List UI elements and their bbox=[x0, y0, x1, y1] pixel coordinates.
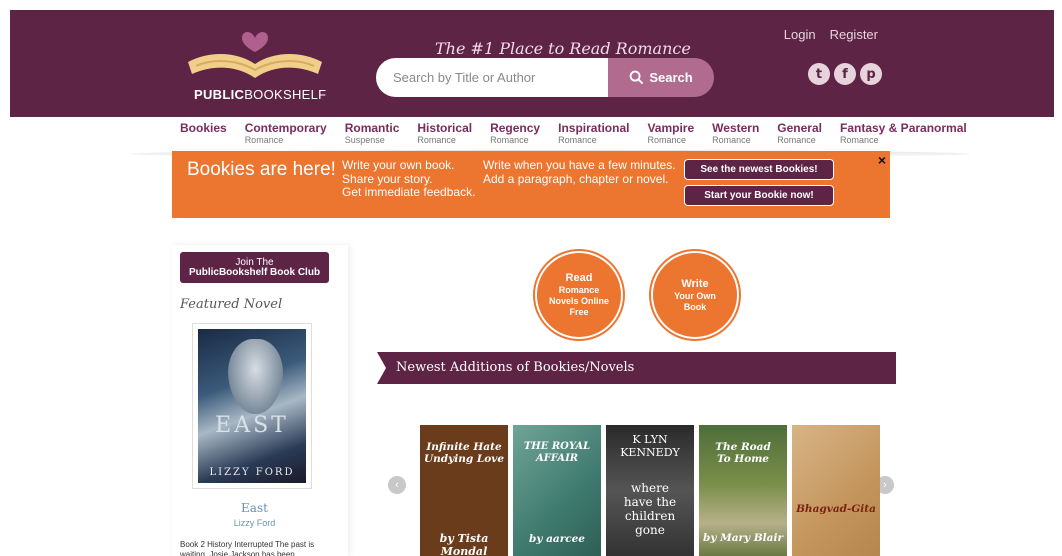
banner-title: Bookies are here! bbox=[187, 159, 336, 180]
nav-item-sublabel: Romance bbox=[840, 135, 879, 145]
bookies-banner: Bookies are here! Write your own book. S… bbox=[172, 151, 890, 218]
nav-item-sublabel: Romance bbox=[490, 135, 529, 145]
banner-text-left: Write your own book. Share your story. G… bbox=[342, 158, 476, 200]
featured-cover-image: EAST LIZZY FORD bbox=[198, 329, 306, 483]
book-title: K LYN KENNEDY bbox=[620, 433, 680, 459]
banner-line: Get immediate feedback. bbox=[342, 185, 476, 199]
book-title: Bhagvad-Gita bbox=[796, 503, 876, 515]
featured-novel-heading: Featured Novel bbox=[180, 297, 283, 312]
close-icon[interactable]: × bbox=[878, 152, 886, 168]
nav-item-label: Inspirational bbox=[558, 121, 630, 135]
search-input[interactable] bbox=[376, 58, 626, 97]
book-cover[interactable]: THE ROYAL AFFAIR by aarcee bbox=[513, 425, 601, 556]
open-book-heart-icon bbox=[188, 32, 322, 78]
search-bar: Search bbox=[376, 58, 714, 97]
featured-cover[interactable]: EAST LIZZY FORD bbox=[192, 323, 312, 489]
nav-item-contemporary[interactable]: Contemporary Romance bbox=[245, 121, 327, 145]
site-header: PUBLICBOOKSHELF The #1 Place to Read Rom… bbox=[10, 10, 1054, 117]
nav-item-inspirational[interactable]: Inspirational Romance bbox=[558, 121, 629, 145]
social-links: t f p bbox=[808, 63, 882, 85]
book-title: THE ROYAL AFFAIR bbox=[523, 441, 591, 464]
twitter-icon[interactable]: t bbox=[808, 63, 830, 85]
nav-item-label: Historical bbox=[417, 121, 473, 135]
nav-item-label: Regency bbox=[490, 121, 541, 135]
search-icon bbox=[629, 70, 644, 85]
newest-additions-header: Newest Additions of Bookies/Novels bbox=[377, 352, 896, 384]
see-newest-bookies-button[interactable]: See the newest Bookies! bbox=[684, 159, 834, 180]
circle-heading: Read bbox=[565, 272, 593, 284]
sidebar: Join The PublicBookshelf Book Club Featu… bbox=[172, 245, 348, 556]
login-link[interactable]: Login bbox=[784, 27, 816, 42]
banner-line: Write when you have a few minutes. bbox=[483, 158, 676, 172]
banner-text-right: Write when you have a few minutes. Add a… bbox=[483, 158, 676, 186]
book-author: by Tista Mondal bbox=[439, 532, 489, 556]
banner-line: Write your own book. bbox=[342, 158, 455, 172]
nav-item-sublabel: Romance bbox=[558, 135, 597, 145]
start-bookie-button[interactable]: Start your Bookie now! bbox=[684, 185, 834, 206]
book-cover[interactable]: The Road To Home by Mary Blair bbox=[699, 425, 787, 556]
featured-description: Book 2 History Interrupted The past is w… bbox=[180, 540, 315, 556]
search-button[interactable]: Search bbox=[608, 58, 714, 97]
facebook-icon[interactable]: f bbox=[834, 63, 856, 85]
book-cover[interactable]: Bhagvad-Gita bbox=[792, 425, 880, 556]
search-button-label: Search bbox=[649, 70, 693, 85]
cover-author: LIZZY FORD bbox=[209, 467, 295, 478]
book-cover[interactable]: K LYN KENNEDY where have the children go… bbox=[606, 425, 694, 556]
featured-author-link[interactable]: Lizzy Ford bbox=[172, 518, 337, 528]
nav-item-sublabel: Romance bbox=[244, 135, 284, 145]
book-cover[interactable]: Infinite Hate Undying Love by Tista Mond… bbox=[420, 425, 508, 556]
nav-item-general[interactable]: General Romance bbox=[777, 121, 822, 145]
site-logo[interactable]: PUBLICBOOKSHELF bbox=[180, 16, 330, 106]
nav-item-label: Fantasy & Paranormal bbox=[840, 121, 967, 135]
nav-item-label: Bookies bbox=[180, 121, 227, 135]
nav-item-historical[interactable]: Historical Romance bbox=[417, 121, 472, 145]
banner-line: Share your story. bbox=[342, 171, 433, 186]
join-line: PublicBookshelf Book Club bbox=[188, 267, 321, 278]
circle-text: Romance Novels Online Free bbox=[548, 285, 610, 317]
book-title: Infinite Hate Undying Love bbox=[423, 441, 505, 465]
pinterest-icon[interactable]: p bbox=[860, 63, 882, 85]
featured-title-link[interactable]: East bbox=[172, 501, 337, 515]
nav-item-label: Romantic bbox=[344, 121, 400, 135]
nav-item-label: Contemporary bbox=[244, 121, 327, 135]
nav-item-sublabel: Romance bbox=[647, 135, 686, 145]
account-links: Login Register bbox=[784, 27, 878, 42]
write-book-button[interactable]: Write Your Own Book bbox=[651, 251, 739, 339]
nav-item-label: General bbox=[777, 121, 822, 135]
page: PUBLICBOOKSHELF The #1 Place to Read Rom… bbox=[0, 0, 1062, 556]
nav-item-romantic[interactable]: Romantic Suspense bbox=[345, 121, 400, 145]
site-tagline: The #1 Place to Read Romance bbox=[435, 39, 691, 58]
nav-item-western[interactable]: Western Romance bbox=[712, 121, 759, 145]
join-book-club-button[interactable]: Join The PublicBookshelf Book Club bbox=[180, 252, 329, 283]
nav-item-label: Vampire bbox=[647, 121, 695, 135]
nav-item-sublabel: Romance bbox=[417, 135, 456, 145]
banner-line: Add a paragraph, chapter or novel. bbox=[483, 171, 669, 186]
read-online-button[interactable]: Read Romance Novels Online Free bbox=[535, 251, 623, 339]
book-author: by aarcee bbox=[529, 533, 585, 545]
newest-additions-title: Newest Additions of Bookies/Novels bbox=[396, 360, 635, 375]
carousel-prev-icon[interactable]: ‹ bbox=[388, 476, 406, 494]
book-title: The Road To Home bbox=[715, 441, 771, 465]
register-link[interactable]: Register bbox=[830, 27, 878, 42]
book-author: by Mary Blair bbox=[702, 532, 783, 544]
nav-item-sublabel: Suspense bbox=[344, 135, 385, 145]
nav-item-fantasy-paranormal[interactable]: Fantasy & Paranormal Romance bbox=[840, 121, 967, 145]
book-subtitle: where have the children gone bbox=[623, 481, 677, 537]
genre-nav: Bookies Contemporary Romance Romantic Suspen… bbox=[180, 121, 985, 145]
nav-item-label: Western bbox=[712, 121, 760, 135]
nav-item-sublabel: Romance bbox=[712, 135, 751, 145]
nav-item-sublabel: Romance bbox=[777, 135, 816, 145]
circle-text: Your Own Book bbox=[674, 290, 716, 312]
circle-heading: Write bbox=[681, 277, 709, 290]
nav-item-bookies[interactable]: Bookies bbox=[180, 121, 227, 145]
logo-text: PUBLICBOOKSHELF bbox=[194, 87, 327, 102]
nav-item-regency[interactable]: Regency Romance bbox=[490, 121, 540, 145]
nav-item-vampire[interactable]: Vampire Romance bbox=[647, 121, 694, 145]
cover-title: EAST bbox=[215, 413, 289, 438]
